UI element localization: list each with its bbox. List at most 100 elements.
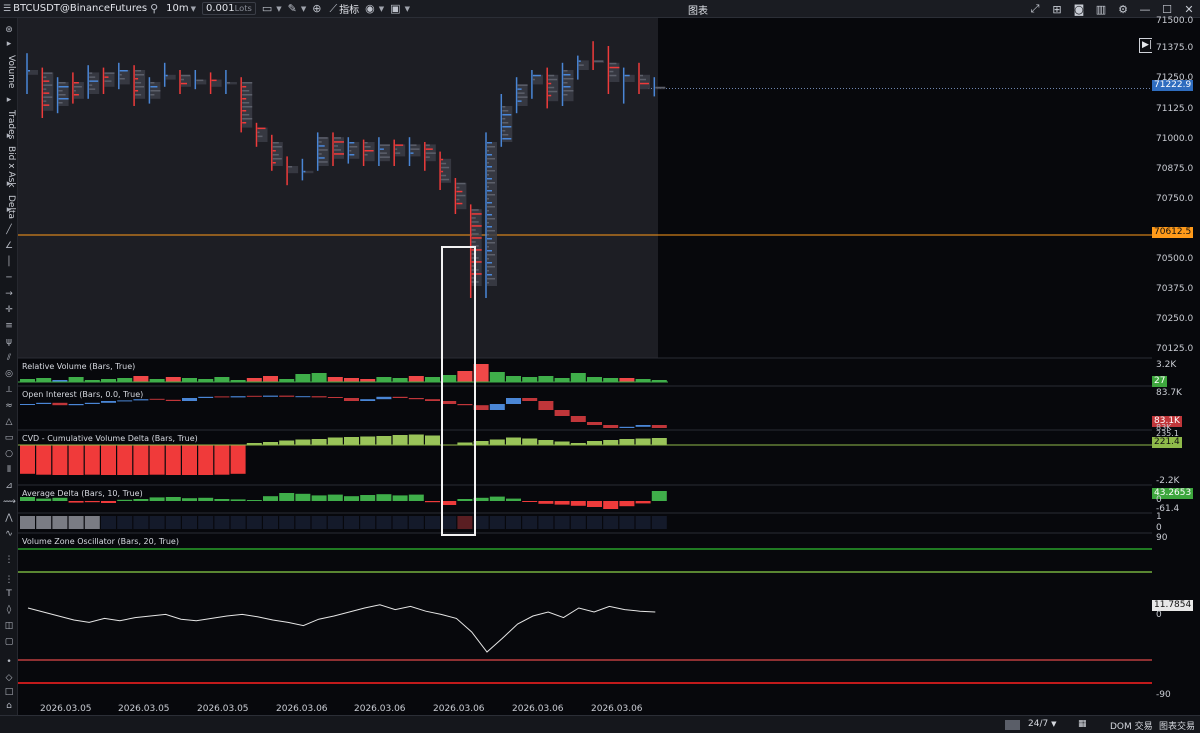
indicators-button[interactable]: ⟋ 指标 (326, 0, 362, 18)
price-tick: 71000.0 (1156, 134, 1194, 144)
footprint-volume-bar (334, 149, 341, 151)
path-icon[interactable]: ⟿ (3, 496, 16, 508)
price-scale[interactable]: 71500.0 71375.0 71250.0 71125.0 71000.0 … (1152, 16, 1200, 715)
scrollbar-thumb[interactable] (1005, 720, 1020, 730)
gann-icon[interactable]: ⊿ (3, 480, 15, 492)
cvd-bar (635, 438, 651, 445)
dom-trading-button[interactable]: DOM 交易 (1110, 719, 1153, 732)
dots-icon[interactable]: ⋮ (3, 574, 15, 586)
footprint-volume-bar (456, 194, 466, 197)
footprint-volume-bar (441, 174, 447, 177)
date-label: 2026.03.05 (40, 704, 92, 714)
wave-icon[interactable]: ∿ (3, 528, 15, 540)
triangle-icon[interactable]: △ (3, 416, 15, 428)
footprint-volume-bar (150, 90, 161, 92)
footprint-volume-bar (349, 142, 355, 144)
interval-selector[interactable]: 10m ▼ (163, 0, 199, 18)
chevron-down-icon: ▼ (378, 4, 385, 13)
relative-volume-bar (376, 377, 392, 382)
chevron-right-icon[interactable]: ▸ (3, 178, 15, 190)
footprint-volume-bar (563, 82, 568, 84)
footprint-volume-bar (502, 118, 506, 120)
chevron-right-icon[interactable]: ▸ (3, 204, 15, 216)
footprint-volume-bar (487, 282, 489, 284)
average-delta-bar (52, 497, 68, 501)
trash-icon[interactable]: ⌂ (3, 700, 15, 712)
open-interest-bar (182, 398, 197, 401)
rectangle-icon[interactable]: ▭ (3, 432, 15, 444)
tab-volume[interactable]: Volume (2, 52, 16, 92)
camera-icon[interactable]: ◙ (1068, 3, 1090, 16)
settings-icon[interactable]: ⚙ (1112, 3, 1134, 16)
regression-icon[interactable]: ⫽ (3, 352, 15, 364)
chat-button[interactable]: ▭ ▼ (259, 0, 285, 18)
ellipse-icon[interactable]: ○ (3, 448, 15, 460)
footprint-volume-bar (487, 166, 492, 168)
footprint-volume-bar (318, 153, 322, 155)
footprint-volume-bar (563, 94, 568, 96)
footprint-volume-bar (150, 86, 158, 88)
target-icon[interactable]: ⊛ (3, 24, 15, 36)
session-selector[interactable]: 24/7 ▼ (1028, 719, 1056, 729)
cvd-bar (651, 438, 667, 445)
open-interest-bar (587, 422, 602, 425)
eye-button[interactable]: ◉ ▼ (362, 0, 387, 18)
line-tool-icon[interactable]: ╱ (3, 224, 15, 236)
dot-icon[interactable]: • (3, 656, 15, 668)
chevron-right-icon[interactable]: ▸ (3, 38, 15, 50)
template-button[interactable]: ▣ ▼ (387, 0, 413, 18)
bars-tool-icon[interactable]: ⫴ (3, 464, 15, 476)
dots-icon[interactable]: ⋮ (3, 554, 15, 566)
cross-tool-icon[interactable]: ✛ (3, 304, 15, 316)
footprint-volume-bar (242, 122, 247, 124)
fib-tool-icon[interactable]: ≡ (3, 320, 15, 332)
layout-icon[interactable]: ▥ (1090, 3, 1112, 16)
ruler-icon[interactable]: ⟂ (3, 384, 15, 396)
footprint-volume-bar (471, 213, 482, 215)
eye-icon: ◉ (365, 2, 375, 15)
footprint-volume-bar (563, 74, 571, 76)
close-icon[interactable]: ✕ (1178, 3, 1200, 16)
symbol-selector[interactable]: ☰ BTCUSDT@BinanceFutures ⚲ (0, 0, 163, 18)
horizontal-line-icon[interactable]: ─ (3, 272, 15, 284)
calendar-icon[interactable]: ▦ (1078, 719, 1087, 729)
text-tool-icon[interactable]: T (3, 588, 15, 600)
chevron-right-icon[interactable]: ▸ (3, 130, 15, 142)
footprint-volume-bar (257, 131, 260, 134)
arrow-tool-icon[interactable]: → (3, 288, 15, 300)
chevron-down-icon: ▼ (404, 4, 410, 13)
footprint-volume-bar (487, 170, 495, 172)
lots-value: 0.001 (206, 3, 235, 14)
cvd-bar (425, 435, 440, 445)
minimize-icon[interactable]: — (1134, 3, 1156, 16)
note-icon[interactable]: ▢ (3, 636, 15, 648)
footprint-volume-bar (43, 76, 47, 78)
square-icon[interactable]: □ (3, 686, 15, 698)
average-delta-bar (214, 499, 230, 501)
panel-title-cvd: CVD - Cumulative Volume Delta (Bars, Tru… (22, 434, 198, 443)
maximize-icon[interactable]: ☐ (1156, 3, 1178, 16)
chart-trading-button[interactable]: 图表交易 (1159, 719, 1195, 732)
vertical-line-icon[interactable]: │ (3, 256, 15, 268)
brush-icon[interactable]: ≈ (3, 400, 15, 412)
bottom-bar: 24/7 ▼ ▦ DOM 交易 图表交易 (0, 715, 1200, 733)
cursor-icon[interactable]: ⤢ (1024, 2, 1046, 16)
footprint-volume-bar (487, 214, 492, 216)
link-icon[interactable]: ⊞ (1046, 3, 1068, 16)
magnet-icon[interactable]: ◎ (3, 368, 15, 380)
zoom-icon: ⊕ (312, 2, 322, 15)
callout-icon[interactable]: ◫ (3, 620, 15, 632)
footprint-volume-bar (548, 94, 552, 97)
panel-title-vzo: Volume Zone Oscillator (Bars, 20, True) (22, 537, 179, 546)
chevron-right-icon[interactable]: ▸ (3, 94, 15, 106)
polyline-icon[interactable]: ⋀ (3, 512, 15, 524)
pitchfork-icon[interactable]: ψ (3, 336, 15, 348)
chart-area[interactable]: ▶| Relative Volume (Bars, True) Open Int… (18, 18, 1200, 715)
lots-input[interactable]: 0.001 Lots (202, 2, 256, 15)
footprint-volume-bar (226, 82, 230, 84)
zoom-button[interactable]: ⊕ (309, 0, 326, 18)
diamond-icon[interactable]: ◇ (3, 672, 15, 684)
draw-button[interactable]: ✎ ▼ (285, 0, 310, 18)
angle-tool-icon[interactable]: ∠ (3, 240, 15, 252)
tag-icon[interactable]: ◊ (3, 604, 15, 616)
